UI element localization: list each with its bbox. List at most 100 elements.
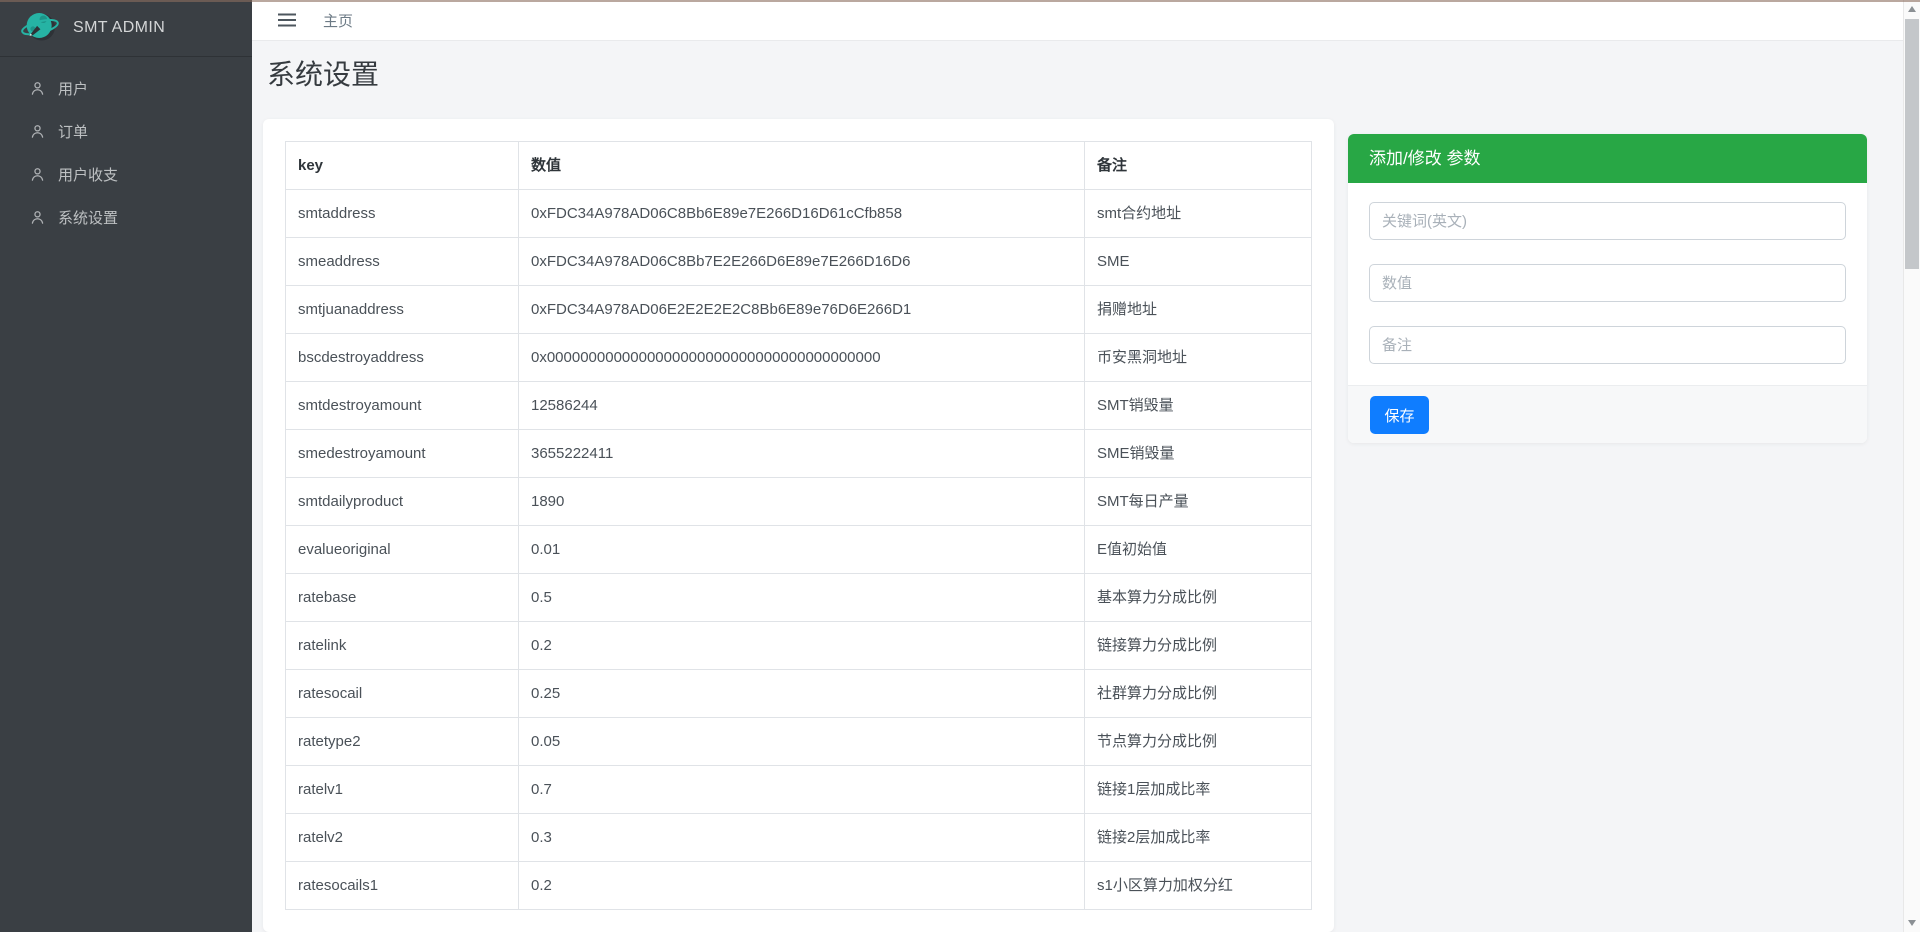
table-row: ratebase0.5基本算力分成比例 [286, 574, 1312, 622]
topbar: 主页 [252, 0, 1920, 41]
param-remark-cell: 链接算力分成比例 [1085, 622, 1312, 670]
table-row: smtdestroyamount12586244SMT销毁量 [286, 382, 1312, 430]
value-input[interactable] [1369, 264, 1846, 302]
param-remark-cell: 捐赠地址 [1085, 286, 1312, 334]
param-remark-cell: 链接1层加成比率 [1085, 766, 1312, 814]
add-edit-param-card: 添加/修改 参数 保存 [1348, 134, 1867, 443]
param-value-cell: 0.3 [519, 814, 1085, 862]
settings-table-card: key数值备注 smtaddress0xFDC34A978AD06C8Bb6E8… [263, 119, 1334, 932]
param-remark-cell: s1小区算力加权分红 [1085, 862, 1312, 910]
param-value-cell: 1890 [519, 478, 1085, 526]
param-value-cell: 3655222411 [519, 430, 1085, 478]
table-row: evalueoriginal0.01E值初始值 [286, 526, 1312, 574]
table-row: ratelv20.3链接2层加成比率 [286, 814, 1312, 862]
param-key-cell: ratelv1 [286, 766, 519, 814]
page-content: 系统设置 key数值备注 smtaddress0xFDC34A978AD06C8… [252, 41, 1920, 932]
param-value-cell: 0.2 [519, 862, 1085, 910]
scroll-up-icon[interactable] [1908, 6, 1916, 12]
table-row: smeaddress0xFDC34A978AD06C8Bb7E2E266D6E8… [286, 238, 1312, 286]
remark-input[interactable] [1369, 326, 1846, 364]
param-value-cell: 0.5 [519, 574, 1085, 622]
param-key-cell: ratetype2 [286, 718, 519, 766]
user-icon [29, 166, 46, 183]
sidebar-item-orders[interactable]: 订单 [0, 110, 252, 153]
param-key-cell: smtdailyproduct [286, 478, 519, 526]
param-value-cell: 0xFDC34A978AD06C8Bb6E89e7E266D16D61cCfb8… [519, 190, 1085, 238]
param-key-cell: smtjuanaddress [286, 286, 519, 334]
param-key-cell: ratebase [286, 574, 519, 622]
sidebar-item-label: 系统设置 [58, 207, 118, 228]
table-row: smtdailyproduct1890SMT每日产量 [286, 478, 1312, 526]
breadcrumb-home[interactable]: 主页 [323, 10, 353, 31]
table-row: ratetype20.05节点算力分成比例 [286, 718, 1312, 766]
column-header: 备注 [1085, 142, 1312, 190]
param-key-cell: smtdestroyamount [286, 382, 519, 430]
sidebar-item-user-finance[interactable]: 用户收支 [0, 153, 252, 196]
param-key-cell: evalueoriginal [286, 526, 519, 574]
param-remark-cell: E值初始值 [1085, 526, 1312, 574]
table-row: smedestroyamount3655222411SME销毁量 [286, 430, 1312, 478]
table-row: bscdestroyaddress0x000000000000000000000… [286, 334, 1312, 382]
sidebar-item-label: 订单 [58, 121, 88, 142]
table-row: ratesocail0.25社群算力分成比例 [286, 670, 1312, 718]
form-card-title: 添加/修改 参数 [1348, 134, 1867, 183]
param-key-cell: bscdestroyaddress [286, 334, 519, 382]
param-remark-cell: SMT每日产量 [1085, 478, 1312, 526]
sidebar-item-users[interactable]: 用户 [0, 67, 252, 110]
save-button[interactable]: 保存 [1370, 396, 1429, 434]
cards-row: key数值备注 smtaddress0xFDC34A978AD06C8Bb6E8… [263, 119, 1906, 932]
param-value-cell: 0.25 [519, 670, 1085, 718]
param-remark-cell: SME [1085, 238, 1312, 286]
param-value-cell: 0xFDC34A978AD06E2E2E2E2C8Bb6E89e76D6E266… [519, 286, 1085, 334]
table-row: smtaddress0xFDC34A978AD06C8Bb6E89e7E266D… [286, 190, 1312, 238]
column-header: 数值 [519, 142, 1085, 190]
app-title: SMT ADMIN [73, 19, 165, 37]
param-remark-cell: SMT销毁量 [1085, 382, 1312, 430]
param-remark-cell: SME销毁量 [1085, 430, 1312, 478]
param-value-cell: 0.01 [519, 526, 1085, 574]
param-key-cell: smeaddress [286, 238, 519, 286]
sidebar-item-label: 用户收支 [58, 164, 118, 185]
param-key-cell: ratesocail [286, 670, 519, 718]
param-value-cell: 12586244 [519, 382, 1085, 430]
page-title: 系统设置 [267, 57, 1906, 93]
param-key-cell: smtaddress [286, 190, 519, 238]
table-row: ratesocails10.2s1小区算力加权分红 [286, 862, 1312, 910]
menu-toggle-icon[interactable] [278, 13, 296, 27]
keyword-input[interactable] [1369, 202, 1846, 240]
scrollbar-thumb[interactable] [1905, 19, 1919, 269]
user-icon [29, 123, 46, 140]
param-remark-cell: 节点算力分成比例 [1085, 718, 1312, 766]
app-screen: SMT ADMIN 用户订单用户收支系统设置 主页 系统设置 key数值备注 s… [0, 0, 1920, 932]
table-row: ratelink0.2链接算力分成比例 [286, 622, 1312, 670]
form-body [1348, 183, 1867, 385]
sidebar-item-system-settings[interactable]: 系统设置 [0, 196, 252, 239]
user-icon [29, 80, 46, 97]
param-remark-cell: 基本算力分成比例 [1085, 574, 1312, 622]
param-key-cell: ratelv2 [286, 814, 519, 862]
param-value-cell: 0.2 [519, 622, 1085, 670]
form-footer: 保存 [1348, 385, 1867, 443]
scroll-down-icon[interactable] [1908, 920, 1916, 926]
main-area: 主页 系统设置 key数值备注 smtaddress0xFDC34A978AD0… [252, 0, 1920, 932]
table-row: smtjuanaddress0xFDC34A978AD06E2E2E2E2C8B… [286, 286, 1312, 334]
sidebar-menu: 用户订单用户收支系统设置 [0, 57, 252, 239]
sidebar-item-label: 用户 [58, 78, 88, 99]
param-value-cell: 0.7 [519, 766, 1085, 814]
sidebar-header: SMT ADMIN [0, 0, 252, 57]
param-value-cell: 0xFDC34A978AD06C8Bb7E2E266D6E89e7E266D16… [519, 238, 1085, 286]
table-header-row: key数值备注 [286, 142, 1312, 190]
user-icon [29, 209, 46, 226]
param-remark-cell: smt合约地址 [1085, 190, 1312, 238]
param-key-cell: smedestroyamount [286, 430, 519, 478]
table-row: ratelv10.7链接1层加成比率 [286, 766, 1312, 814]
param-key-cell: ratesocails1 [286, 862, 519, 910]
param-remark-cell: 链接2层加成比率 [1085, 814, 1312, 862]
sidebar: SMT ADMIN 用户订单用户收支系统设置 [0, 0, 252, 932]
page-scrollbar[interactable] [1903, 0, 1920, 932]
param-value-cell: 0.05 [519, 718, 1085, 766]
param-key-cell: ratelink [286, 622, 519, 670]
param-value-cell: 0x00000000000000000000000000000000000000… [519, 334, 1085, 382]
app-logo-icon [20, 8, 60, 48]
param-remark-cell: 币安黑洞地址 [1085, 334, 1312, 382]
